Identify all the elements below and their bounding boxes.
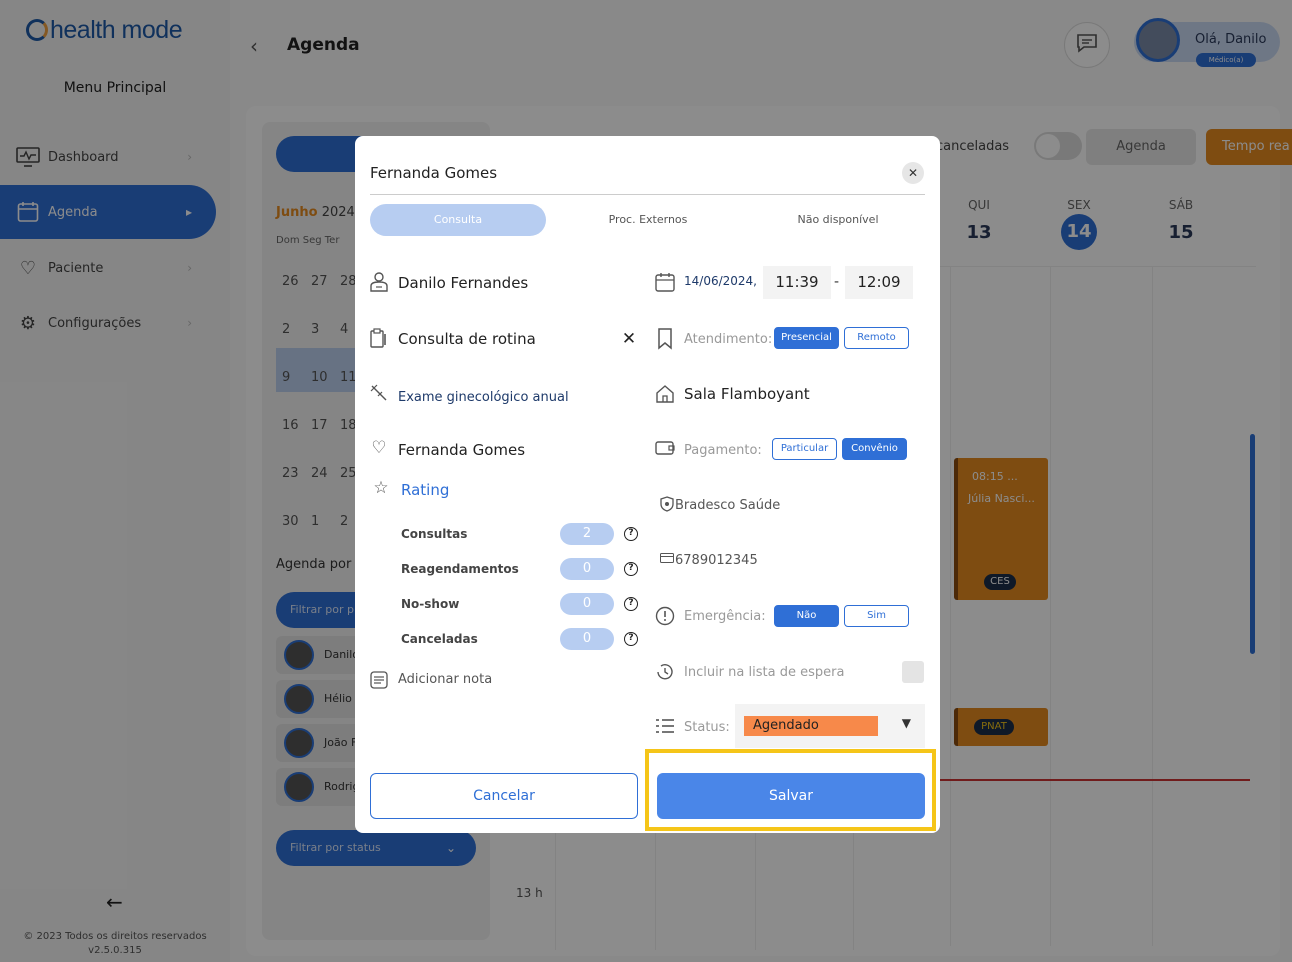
- stat-label: Consultas: [401, 527, 468, 541]
- procedure-link[interactable]: Exame ginecológico anual: [398, 390, 569, 405]
- help-icon[interactable]: ?: [624, 562, 638, 576]
- stat-value: 0: [560, 593, 614, 615]
- date-field[interactable]: 14/06/2024,: [684, 274, 757, 288]
- alert-icon: [655, 606, 675, 631]
- doctor-name[interactable]: Danilo Fernandes: [398, 274, 528, 292]
- attendance-label: Atendimento:: [684, 332, 773, 347]
- list-icon: [655, 717, 675, 740]
- caret-down-icon: ▼: [901, 716, 911, 730]
- help-icon[interactable]: ?: [624, 597, 638, 611]
- end-time-input[interactable]: 12:09: [845, 266, 913, 299]
- stat-value: 2: [560, 523, 614, 545]
- room-name[interactable]: Sala Flamboyant: [684, 385, 810, 403]
- time-separator: -: [834, 274, 840, 290]
- close-button[interactable]: ✕: [902, 162, 924, 184]
- divider: [370, 194, 925, 195]
- stat-value: 0: [560, 558, 614, 580]
- help-icon[interactable]: ?: [624, 527, 638, 541]
- bookmark-icon: [655, 328, 675, 355]
- syringe-icon: [369, 384, 389, 407]
- status-select[interactable]: Agendado ▼: [735, 704, 925, 748]
- card-number: 6789012345: [675, 553, 758, 568]
- card-icon: [657, 552, 677, 566]
- emergency-sim-button[interactable]: Sim: [844, 605, 909, 627]
- payment-convenio-button[interactable]: Convênio: [842, 438, 907, 460]
- emergency-label: Emergência:: [684, 609, 766, 624]
- modal-patient-name: Fernanda Gomes: [370, 164, 498, 182]
- insurance-name: Bradesco Saúde: [675, 498, 781, 513]
- consult-type[interactable]: Consulta de rotina: [398, 330, 536, 348]
- rating-label[interactable]: Rating: [401, 481, 449, 499]
- home-icon: [655, 384, 675, 409]
- attendance-remoto-button[interactable]: Remoto: [844, 327, 909, 349]
- note-icon: [369, 671, 389, 694]
- history-icon: [655, 662, 675, 687]
- wallet-icon: [655, 440, 675, 461]
- date-value: 14/06/2024: [684, 274, 754, 288]
- tab-nao-disponivel[interactable]: Não disponível: [750, 204, 926, 236]
- appointment-modal: Fernanda Gomes ✕ Consulta Proc. Externos…: [355, 136, 940, 833]
- help-icon[interactable]: ?: [624, 632, 638, 646]
- doctor-icon: [369, 272, 389, 297]
- stat-label: Reagendamentos: [401, 562, 519, 576]
- heart-icon: ♡: [371, 438, 387, 458]
- cancel-button[interactable]: Cancelar: [370, 773, 638, 819]
- waitlist-checkbox[interactable]: [902, 661, 924, 683]
- clear-icon[interactable]: ✕: [619, 329, 639, 349]
- payment-particular-button[interactable]: Particular: [772, 438, 837, 460]
- close-icon: ✕: [907, 166, 919, 180]
- status-label: Status:: [684, 720, 730, 735]
- star-icon: ☆: [373, 478, 389, 498]
- shield-icon: [657, 496, 677, 516]
- patient-name[interactable]: Fernanda Gomes: [398, 441, 525, 459]
- stat-label: Canceladas: [401, 632, 478, 646]
- highlight-box: [645, 749, 936, 831]
- status-value: Agendado: [744, 716, 878, 736]
- clipboard-icon: [369, 328, 389, 353]
- calendar-icon: [655, 272, 675, 297]
- tab-proc-externos[interactable]: Proc. Externos: [560, 204, 736, 236]
- emergency-nao-button[interactable]: Não: [774, 605, 839, 627]
- payment-label: Pagamento:: [684, 443, 762, 458]
- stat-value: 0: [560, 628, 614, 650]
- waitlist-label: Incluir na lista de espera: [684, 665, 845, 680]
- start-time-input[interactable]: 11:39: [763, 266, 831, 299]
- attendance-presencial-button[interactable]: Presencial: [774, 327, 839, 349]
- add-note-button[interactable]: Adicionar nota: [398, 672, 492, 687]
- stat-label: No-show: [401, 597, 460, 611]
- tab-consulta[interactable]: Consulta: [370, 204, 546, 236]
